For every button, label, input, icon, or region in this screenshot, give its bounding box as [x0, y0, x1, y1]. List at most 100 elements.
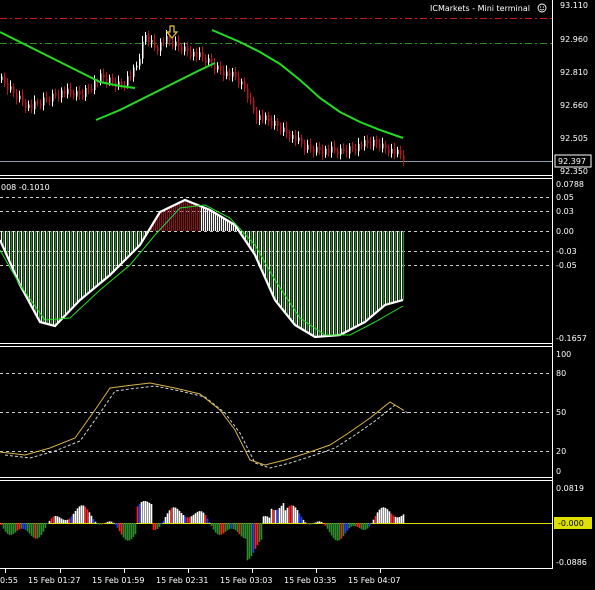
- candle-body: [268, 115, 270, 121]
- candle-body: [214, 64, 216, 70]
- candle-body: [73, 92, 75, 97]
- candle-body: [175, 41, 177, 47]
- moving-average-1: [0, 31, 136, 89]
- candle-body: [301, 137, 303, 144]
- candle-body: [205, 57, 207, 63]
- time-label-7: 15 Feb 04:07: [348, 576, 400, 585]
- stoch-tick-4: 20: [556, 447, 566, 456]
- candle-body: [130, 76, 132, 78]
- macd-tick-1: 0.0788: [556, 180, 584, 189]
- candle-body: [247, 88, 249, 99]
- candle-body: [178, 41, 180, 47]
- candle-body: [184, 46, 186, 52]
- candle-body: [112, 77, 114, 83]
- macd-tick-5: -0.03: [556, 247, 577, 256]
- candle-body: [385, 143, 387, 149]
- price-axis: 93.110 92.960 92.810 92.660 92.505 92.39…: [554, 1, 592, 176]
- osc-tick-1: 0.0819: [556, 484, 584, 493]
- candle-body: [280, 126, 282, 132]
- candle-body: [76, 90, 78, 97]
- candle-body: [28, 104, 30, 109]
- moving-average-2: [95, 62, 216, 121]
- candle-body: [259, 115, 261, 120]
- candle-body: [256, 110, 258, 120]
- candle-body: [121, 81, 123, 85]
- current-price-label: 92.397: [558, 157, 586, 166]
- candle-body: [313, 148, 315, 153]
- candle-body: [250, 98, 252, 100]
- candle-body: [265, 115, 267, 121]
- candle-body: [91, 89, 93, 91]
- oscillator-axis: 0.0819 -0.000 -0.0886: [554, 484, 592, 567]
- candle-body: [202, 52, 204, 58]
- price-tick-3: 92.810: [560, 68, 588, 77]
- candle-body: [343, 148, 345, 151]
- stochastic-levels: [0, 373, 552, 452]
- trading-chart[interactable]: ICMarkets - Mini terminal 93.110 92.960 …: [0, 0, 595, 590]
- macd-histogram: [0, 200, 405, 337]
- candle-body: [106, 78, 108, 83]
- candle-body: [331, 146, 333, 153]
- candle-body: [232, 71, 234, 77]
- candle-body: [328, 148, 330, 153]
- price-tick-1: 93.110: [560, 1, 588, 10]
- time-label-4: 15 Feb 02:31: [156, 576, 208, 585]
- macd-axis: 0.0788 0.05 0.03 0.00 -0.03 -0.05 -0.165…: [556, 180, 587, 343]
- candle-body: [43, 97, 45, 106]
- candle-body: [355, 148, 357, 152]
- candle-body: [163, 42, 165, 44]
- candle-body: [64, 90, 66, 95]
- candle-body: [286, 127, 288, 134]
- price-panel[interactable]: ICMarkets - Mini terminal: [0, 3, 552, 166]
- candle-body: [253, 99, 255, 111]
- candle-body: [289, 133, 291, 139]
- stochastic-axis: 100 80 50 20 0: [556, 350, 571, 476]
- macd-tick-3: 0.03: [556, 207, 574, 216]
- macd-tick-4: 0.00: [556, 227, 574, 236]
- oscillator-histogram: [0, 501, 405, 561]
- osc-zero-label: -0.000: [558, 519, 584, 528]
- stochastic-signal-line: [4, 385, 409, 469]
- candle-body: [157, 47, 159, 51]
- candle-body: [340, 148, 342, 155]
- candle-body: [370, 143, 372, 147]
- candle-body: [262, 115, 264, 121]
- smile-icon[interactable]: [537, 3, 547, 13]
- candle-body: [376, 139, 378, 144]
- candle-body: [46, 97, 48, 100]
- candle-body: [307, 144, 309, 150]
- candle-body: [181, 46, 183, 52]
- candle-body: [172, 41, 174, 47]
- candle-body: [145, 35, 147, 42]
- oscillator-panel[interactable]: 0.0819 -0.000 -0.0886: [0, 484, 592, 567]
- candle-body: [10, 86, 12, 90]
- candle-body: [58, 95, 60, 98]
- candle-body: [346, 150, 348, 154]
- candle-body: [271, 120, 273, 126]
- time-label-6: 15 Feb 03:35: [284, 576, 336, 585]
- stochastic-panel[interactable]: 100 80 50 20 0: [0, 350, 571, 476]
- candle-body: [292, 134, 294, 139]
- price-tick-6: 92.350: [560, 167, 588, 176]
- candle-body: [85, 88, 87, 97]
- time-label-1: 0:55: [0, 576, 18, 585]
- candle-body: [295, 134, 297, 142]
- candle-body: [358, 143, 360, 152]
- macd-label: 008 -0.1010: [1, 183, 50, 192]
- candle-body: [109, 77, 111, 83]
- candle-body: [40, 103, 42, 106]
- candle-body: [397, 149, 399, 155]
- candle-body: [154, 40, 156, 48]
- candle-body: [19, 95, 21, 100]
- time-label-3: 15 Feb 01:59: [92, 576, 144, 585]
- macd-panel[interactable]: 008 -0.1010 0.0788 0.05 0.03 0.00 -0.03 …: [0, 180, 587, 343]
- candle-body: [7, 83, 9, 90]
- candle-body: [82, 94, 84, 97]
- candle-body: [394, 148, 396, 155]
- candle-body: [79, 90, 81, 95]
- candle-body: [235, 71, 237, 78]
- candle-body: [127, 76, 129, 86]
- stoch-tick-2: 80: [556, 369, 566, 378]
- candle-body: [211, 58, 213, 64]
- macd-tick-2: 0.05: [556, 193, 574, 202]
